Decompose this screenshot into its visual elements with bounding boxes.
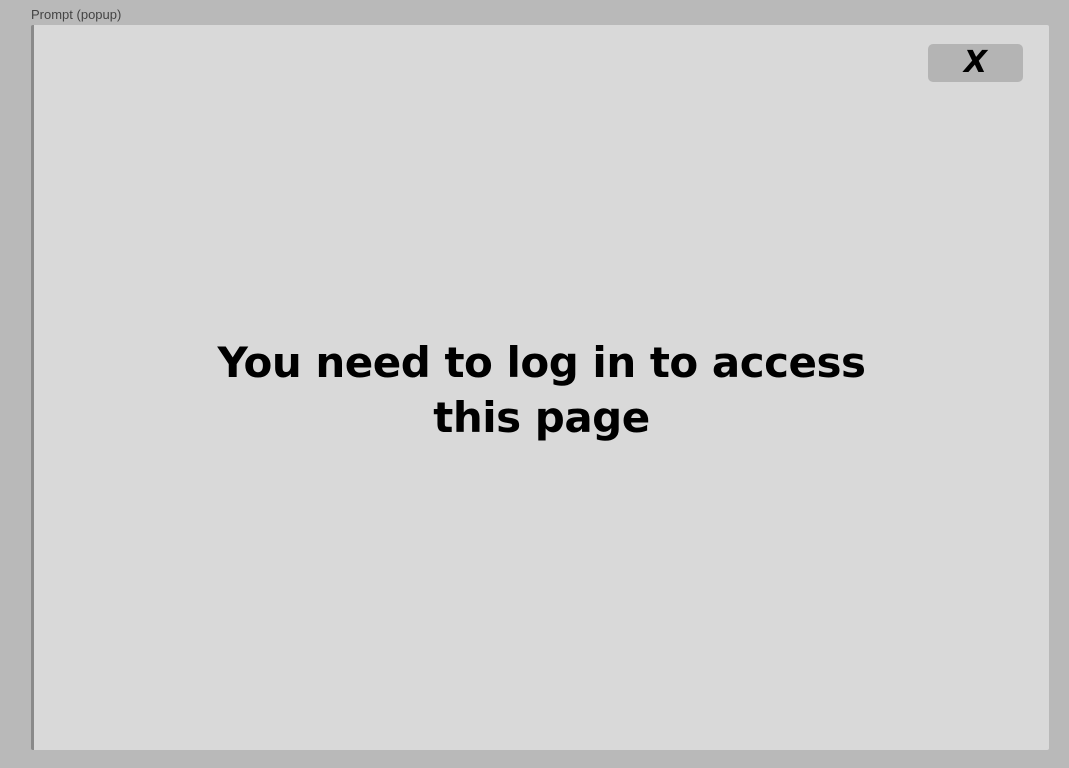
login-required-message: You need to log in to access this page (217, 338, 866, 442)
login-prompt-popup: X You need to log in to access this page (31, 25, 1049, 750)
frame-label: Prompt (popup) (31, 7, 122, 22)
close-button[interactable]: X (928, 44, 1023, 82)
close-icon: X (963, 45, 988, 80)
